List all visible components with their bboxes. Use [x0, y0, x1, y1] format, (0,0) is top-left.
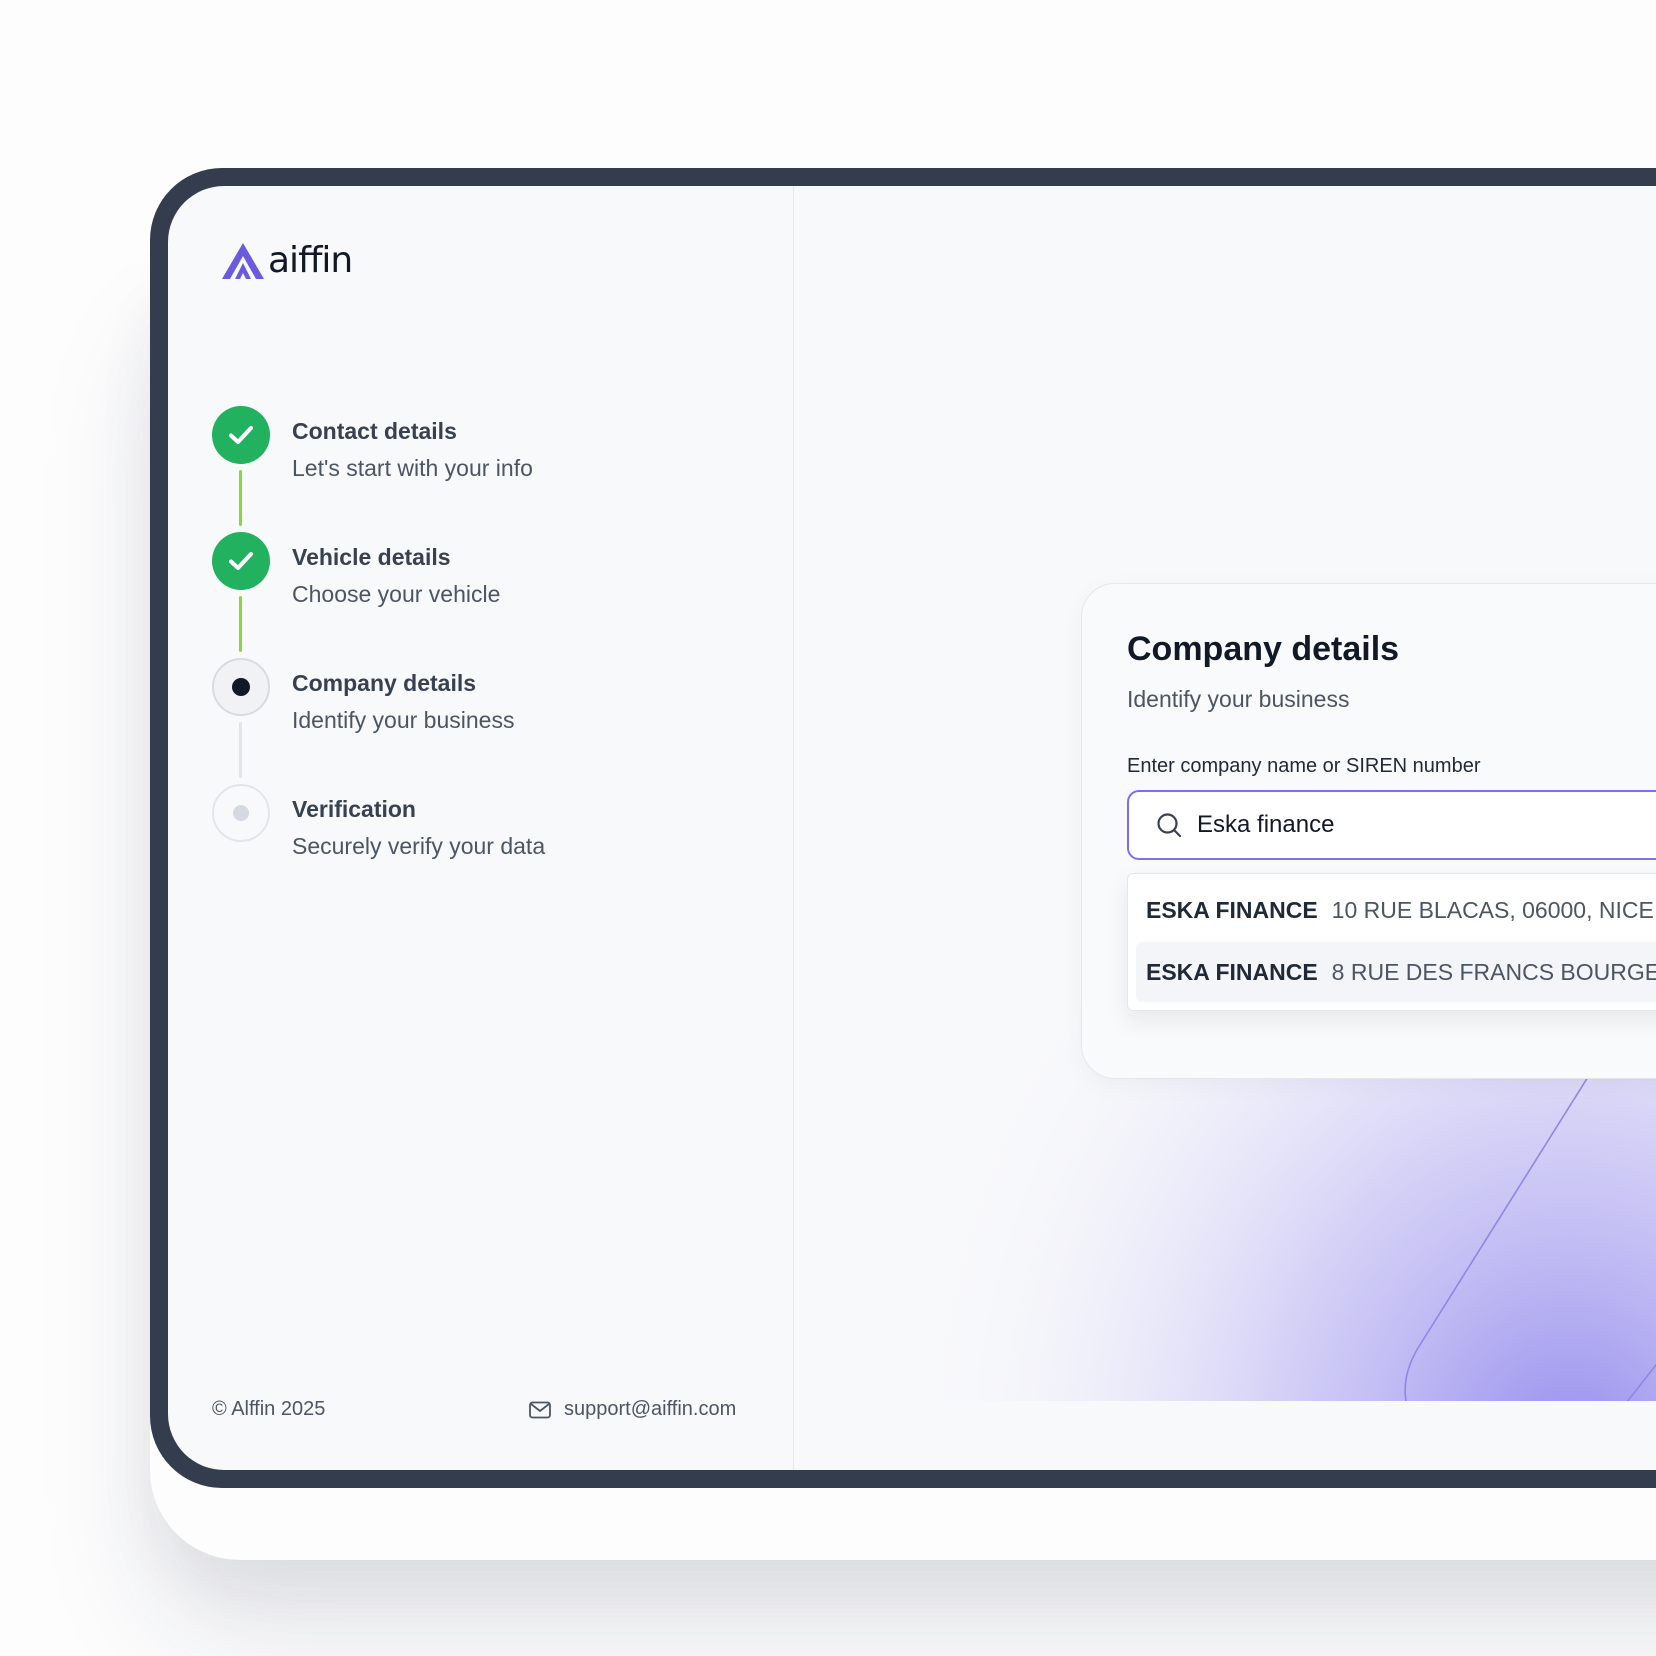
search-result-option[interactable]: ESKA FINANCE 10 RUE BLACAS, 06000, NICE — [1136, 880, 1656, 940]
pending-dot-icon — [233, 805, 249, 821]
step-subtitle: Identify your business — [292, 707, 515, 733]
company-search-label: Enter company name or SIREN number — [1127, 755, 1481, 777]
app-screen: aiffin Contact details Let's start with … — [168, 186, 1656, 1470]
step-connector — [239, 596, 242, 652]
search-result-option[interactable]: ESKA FINANCE 8 RUE DES FRANCS BOURGEO — [1136, 942, 1656, 1002]
search-icon — [1157, 813, 1182, 838]
checkmark-icon — [229, 552, 253, 570]
step-title: Contact details — [292, 418, 457, 444]
page: aiffin Contact details Let's start with … — [0, 0, 1656, 1656]
card-subtitle: Identify your business — [1127, 686, 1350, 712]
step-subtitle: Let's start with your info — [292, 455, 533, 481]
company-search-input[interactable] — [1195, 810, 1656, 840]
step-connector — [239, 470, 242, 526]
device-frame: aiffin Contact details Let's start with … — [150, 168, 1656, 1488]
company-details-card: Company details Identify your business E… — [1081, 583, 1656, 1079]
result-company-address: 8 RUE DES FRANCS BOURGEO — [1331, 958, 1656, 985]
result-company-name: ESKA FINANCE — [1146, 958, 1318, 985]
search-results-dropdown: ESKA FINANCE 10 RUE BLACAS, 06000, NICE … — [1127, 873, 1656, 1011]
mail-icon — [529, 1401, 551, 1418]
step-connector — [239, 722, 242, 778]
step-complete-icon — [212, 406, 270, 464]
step-title: Verification — [292, 796, 416, 822]
step-current-icon — [212, 658, 270, 716]
result-company-address: 10 RUE BLACAS, 06000, NICE — [1331, 896, 1654, 923]
result-company-name: ESKA FINANCE — [1146, 896, 1318, 923]
checkmark-icon — [229, 426, 253, 444]
step-subtitle: Choose your vehicle — [292, 581, 501, 607]
aiffin-logo-icon — [222, 242, 264, 279]
copyright-text: © Alffin 2025 — [212, 1398, 326, 1420]
brand-name: aiffin — [268, 240, 353, 281]
step-complete-icon — [212, 532, 270, 590]
card-title: Company details — [1127, 630, 1400, 668]
current-dot-icon — [232, 678, 250, 696]
support-email: support@aiffin.com — [564, 1398, 737, 1420]
step-title: Vehicle details — [292, 544, 451, 570]
sidebar: aiffin Contact details Let's start with … — [168, 186, 794, 1470]
brand-logo[interactable]: aiffin — [220, 240, 353, 281]
step-subtitle: Securely verify your data — [292, 833, 546, 859]
step-pending-icon — [212, 784, 270, 842]
company-search-field[interactable] — [1127, 790, 1656, 860]
support-email-link[interactable]: support@aiffin.com — [528, 1398, 736, 1421]
step-title: Company details — [292, 670, 477, 696]
